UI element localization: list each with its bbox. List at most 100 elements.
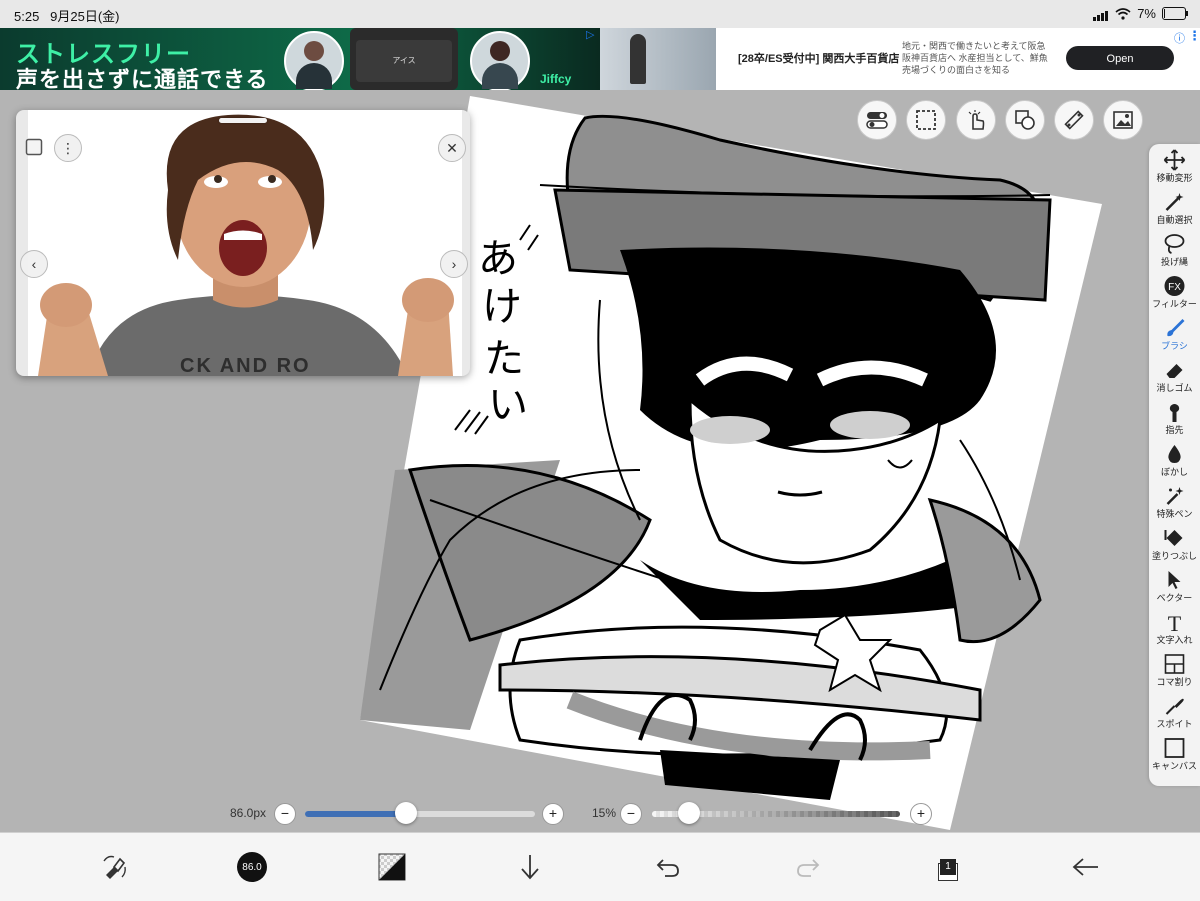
reference-prev-button[interactable]: ‹ (20, 250, 48, 278)
excited-man-photo: CK AND RO (28, 110, 462, 376)
ad-brand: Jiffcy (540, 72, 572, 86)
tool-fill-bucket[interactable]: 塗りつぶし (1149, 526, 1200, 568)
ad-banner[interactable]: ストレスフリー 声を出さずに通話できる アイス Jiffcy ▷ [28卒/ES… (0, 28, 1200, 90)
opacity-increase-button[interactable]: + (910, 803, 932, 825)
handwritten-char-1: あ (478, 236, 518, 282)
layers-icon: 1 (932, 853, 960, 881)
opacity-knob[interactable] (678, 802, 701, 824)
tool-label: ブラシ (1161, 341, 1188, 351)
ad-more-icon[interactable]: ⋮ (1188, 28, 1200, 44)
tool-panel[interactable]: コマ割り (1149, 652, 1200, 694)
brush-icon (1167, 319, 1185, 337)
brush-size-chip: 86.0 (237, 852, 267, 882)
redo-icon (797, 859, 820, 877)
color-button[interactable] (370, 845, 414, 889)
arrow-down-icon (521, 855, 539, 880)
tool-eyedropper[interactable]: スポイト (1149, 694, 1200, 736)
reference-image[interactable]: CK AND RO (28, 110, 462, 376)
brush-size-knob[interactable] (395, 802, 418, 824)
reference-next-button[interactable]: › (440, 250, 468, 278)
tool-label: スポイト (1156, 719, 1193, 729)
tool-vector-arrow[interactable]: ベクター (1149, 568, 1200, 610)
image-icon (1113, 111, 1133, 129)
chevron-left-icon: ‹ (31, 256, 37, 272)
tool-eraser[interactable]: 消しゴム (1149, 358, 1200, 400)
back-button[interactable] (1064, 845, 1108, 889)
undo-button[interactable] (646, 845, 690, 889)
shape-button[interactable] (1005, 100, 1045, 140)
tool-magic-wand[interactable]: 自動選択 (1149, 190, 1200, 232)
brush-size-button[interactable]: 86.0 (230, 845, 274, 889)
more-vertical-icon: ⋮ (61, 139, 75, 156)
status-bar: 5:25 9月25日(金) 7% (0, 0, 1200, 28)
ad-choices-icon[interactable]: ▷ (586, 28, 594, 41)
swap-tool-button[interactable] (92, 845, 136, 889)
tool-text[interactable]: T 文字入れ (1149, 610, 1200, 652)
canvas-icon (1164, 738, 1185, 758)
redo-button[interactable] (786, 845, 830, 889)
toggle-button[interactable] (857, 100, 897, 140)
layer-count: 1 (940, 859, 956, 875)
tool-finger[interactable]: 指先 (1149, 400, 1200, 442)
brush-size-slider[interactable] (305, 811, 535, 817)
tool-label: ベクター (1156, 593, 1193, 603)
tool-label: ぼかし (1160, 467, 1188, 477)
toggle-icon (866, 112, 888, 129)
ad-avatar-1 (284, 31, 344, 90)
text-icon: T (1168, 611, 1182, 634)
tool-fx[interactable]: FX フィルター (1149, 274, 1200, 316)
layers-button[interactable]: 1 (924, 845, 968, 889)
battery-icon (1162, 7, 1188, 20)
tool-blur-drop[interactable]: ぼかし (1149, 442, 1200, 484)
tool-canvas[interactable]: キャンバス (1149, 736, 1200, 778)
reference-close-button[interactable]: ✕ (438, 134, 466, 162)
tool-label: 文字入れ (1156, 635, 1193, 645)
status-date: 9月25日(金) (50, 9, 120, 24)
tool-label: 投げ縄 (1160, 257, 1188, 267)
ruler-button[interactable] (1054, 100, 1094, 140)
move-icon (1163, 149, 1186, 171)
tool-brush[interactable]: ブラシ (1149, 316, 1200, 358)
tool-label: フィルター (1152, 299, 1197, 309)
mouth (219, 220, 267, 276)
shapes-icon (1015, 110, 1035, 130)
fx-icon: FX (1164, 276, 1185, 296)
handwritten-char-4: い (488, 382, 528, 428)
tool-sidebar: 移動変形自動選択投げ縄 FX フィルターブラシ消しゴム指先ぼかし特殊ペン 塗りつぶしベ… (1149, 144, 1200, 786)
size-increase-button[interactable]: + (542, 803, 564, 825)
size-decrease-button[interactable]: − (274, 803, 296, 825)
tool-label: 自動選択 (1156, 215, 1193, 225)
image-button[interactable] (1103, 100, 1143, 140)
download-button[interactable] (508, 845, 552, 889)
arrow-left-icon (1072, 858, 1098, 876)
tool-label: コマ割り (1156, 677, 1193, 687)
tool-special-pen[interactable]: 特殊ペン (1149, 484, 1200, 526)
ad-open-button[interactable]: Open (1066, 46, 1174, 70)
eraser-icon (1166, 364, 1183, 378)
status-right: 7% (1093, 6, 1188, 21)
tool-move[interactable]: 移動変形 (1149, 148, 1200, 190)
battery-fill (1164, 9, 1166, 18)
ad-photo (600, 28, 716, 90)
handwritten-char-3: た (484, 336, 524, 382)
eyedropper-icon (1165, 698, 1184, 715)
blush-right (830, 411, 910, 439)
selection-button[interactable] (906, 100, 946, 140)
brush-eraser-swap-icon (103, 855, 126, 879)
touch-button[interactable] (956, 100, 996, 140)
reference-window-toggle[interactable] (21, 134, 47, 160)
blush-left (690, 416, 770, 444)
reference-image-window[interactable]: CK AND RO ⋮ ✕ ‹ › (16, 110, 470, 376)
ad-creative[interactable]: ストレスフリー 声を出さずに通話できる アイス Jiffcy (0, 28, 600, 90)
vector-arrow-icon (1168, 571, 1181, 589)
finger-icon (1169, 404, 1180, 422)
reference-drag-handle[interactable] (219, 118, 267, 123)
hand-pointer-icon (968, 110, 985, 130)
reference-more-button[interactable]: ⋮ (54, 134, 82, 162)
tool-lasso[interactable]: 投げ縄 (1149, 232, 1200, 274)
ad-info-icon[interactable]: ⓘ (1174, 30, 1185, 46)
opacity-decrease-button[interactable]: − (620, 803, 642, 825)
tool-label: 移動変形 (1156, 173, 1193, 183)
brush-size-value: 86.0px (230, 806, 267, 820)
tool-label: 指先 (1165, 425, 1184, 435)
